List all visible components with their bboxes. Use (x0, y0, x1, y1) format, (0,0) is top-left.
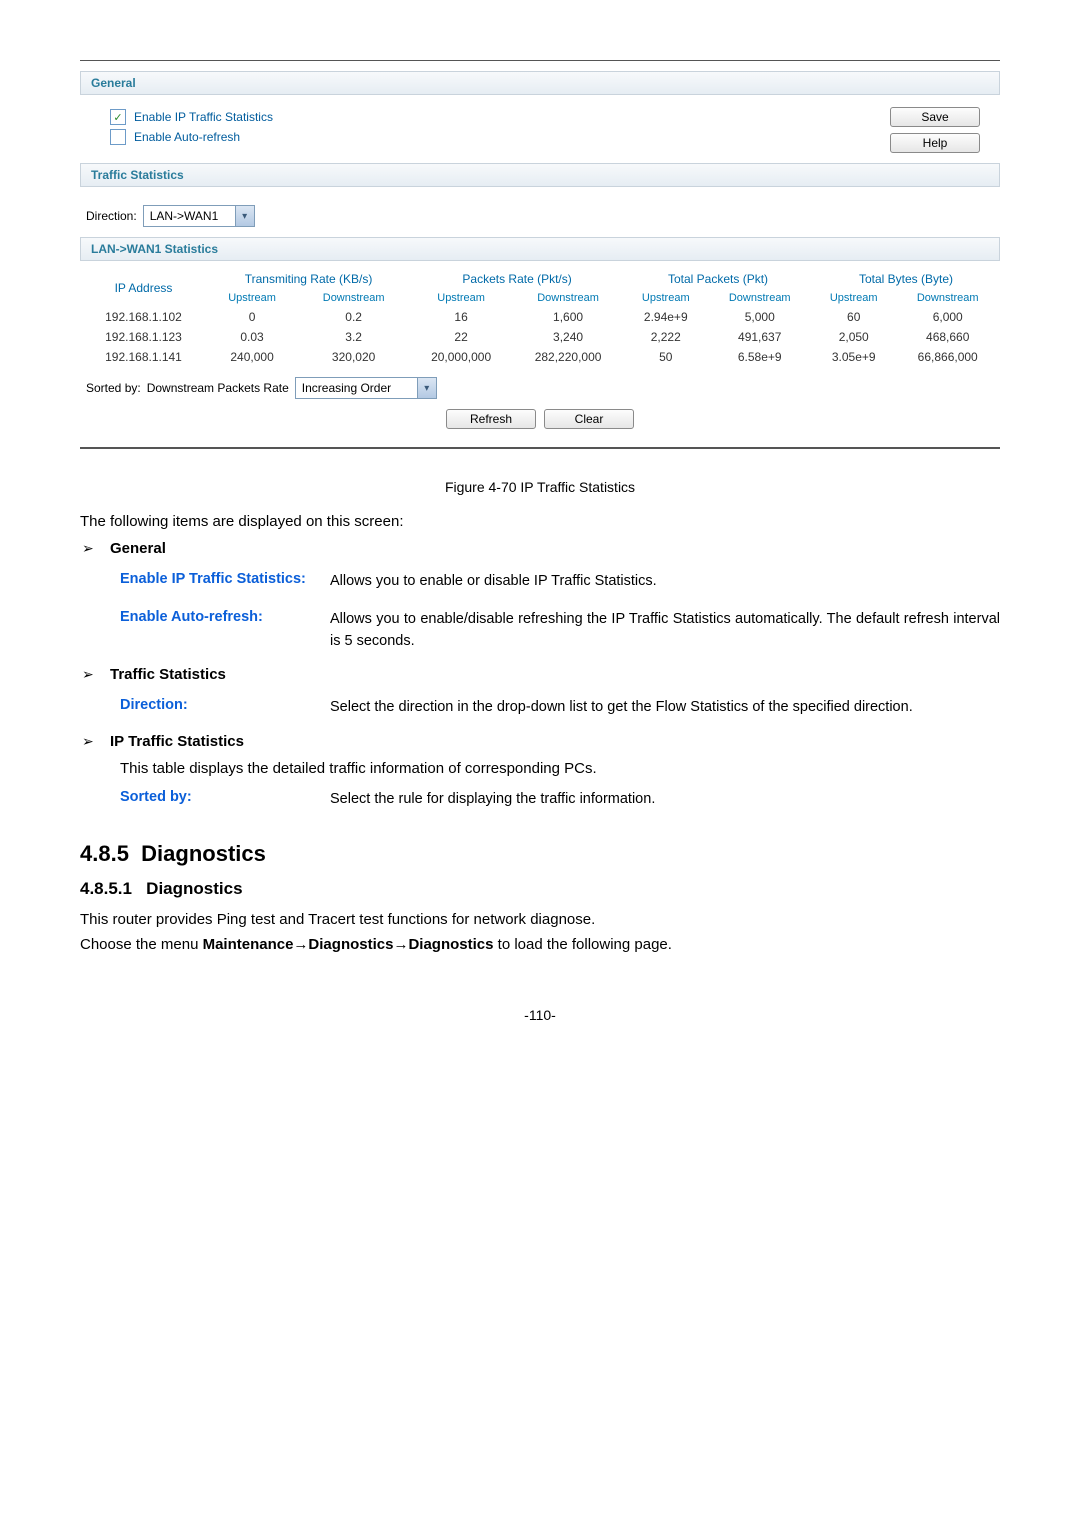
direction-value: LAN->WAN1 (144, 209, 235, 223)
section-label-general: General (110, 540, 166, 557)
table-row: 192.168.1.123 0.03 3.2 22 3,240 2,222 49… (80, 327, 1000, 347)
sorted-by-label: Sorted by: (86, 381, 141, 395)
col-ip-header: IP Address (80, 269, 207, 307)
subhdr: Downstream (707, 289, 812, 307)
subhdr: Upstream (207, 289, 297, 307)
sort-order-value: Increasing Order (296, 381, 417, 395)
heading-4851: 4.8.5.1 Diagnostics (80, 879, 1000, 899)
section-traffic-stats-header: Traffic Statistics (80, 163, 1000, 187)
clear-button[interactable]: Clear (544, 409, 634, 429)
section-general-header: General (80, 71, 1000, 95)
enable-auto-refresh-label: Enable Auto-refresh (134, 130, 240, 144)
col-group-transmit: Transmiting Rate (KB/s) (207, 269, 410, 289)
subhdr: Upstream (812, 289, 895, 307)
def-term: Sorted by: (120, 789, 330, 811)
table-row: 192.168.1.102 0 0.2 16 1,600 2.94e+9 5,0… (80, 307, 1000, 327)
def-term: Enable Auto-refresh: (120, 609, 330, 653)
refresh-button[interactable]: Refresh (446, 409, 536, 429)
diag-p1: This router provides Ping test and Trace… (80, 907, 1000, 932)
def-desc: Select the direction in the drop-down li… (330, 697, 1000, 719)
sort-order-select[interactable]: Increasing Order ▾ (295, 377, 437, 399)
chevron-down-icon: ▾ (235, 206, 254, 226)
section-label-ip: IP Traffic Statistics (110, 733, 244, 750)
def-desc: Allows you to enable or disable IP Traff… (330, 571, 1000, 593)
enable-ip-stats-checkbox[interactable]: ✓ (110, 109, 126, 125)
diag-p2: Choose the menu Maintenance→Diagnostics→… (80, 932, 1000, 957)
col-group-total-bytes: Total Bytes (Byte) (812, 269, 1000, 289)
subhdr: Downstream (297, 289, 410, 307)
def-term: Enable IP Traffic Statistics: (120, 571, 330, 593)
arrow-bullet-icon: ➢ (80, 666, 110, 683)
save-button[interactable]: Save (890, 107, 980, 127)
subhdr: Upstream (410, 289, 512, 307)
intro-text: The following items are displayed on thi… (80, 509, 1000, 534)
table-row: 192.168.1.141 240,000 320,020 20,000,000… (80, 347, 1000, 367)
arrow-bullet-icon: ➢ (80, 540, 110, 557)
def-term: Direction: (120, 697, 330, 719)
ip-note: This table displays the detailed traffic… (80, 756, 1000, 781)
settings-panel: General ✓ Enable IP Traffic Statistics E… (80, 60, 1000, 449)
col-group-total-packets: Total Packets (Pkt) (624, 269, 812, 289)
enable-auto-refresh-checkbox[interactable] (110, 129, 126, 145)
statistics-table: IP Address Transmiting Rate (KB/s) Packe… (80, 269, 1000, 367)
figure-caption: Figure 4-70 IP Traffic Statistics (80, 469, 1000, 509)
enable-ip-stats-label: Enable IP Traffic Statistics (134, 110, 273, 124)
help-button[interactable]: Help (890, 133, 980, 153)
page-number: -110- (80, 957, 1000, 1023)
section-label-traffic: Traffic Statistics (110, 666, 226, 683)
subhdr: Downstream (512, 289, 624, 307)
heading-485: 4.8.5 Diagnostics (80, 841, 1000, 867)
arrow-bullet-icon: ➢ (80, 733, 110, 750)
chevron-down-icon: ▾ (417, 378, 436, 398)
section-lan-wan1-header: LAN->WAN1 Statistics (80, 237, 1000, 261)
def-desc: Allows you to enable/disable refreshing … (330, 609, 1000, 653)
col-group-packets: Packets Rate (Pkt/s) (410, 269, 624, 289)
subhdr: Upstream (624, 289, 707, 307)
subhdr: Downstream (895, 289, 1000, 307)
direction-label: Direction: (86, 209, 137, 223)
direction-select[interactable]: LAN->WAN1 ▾ (143, 205, 255, 227)
sorted-by-value: Downstream Packets Rate (147, 381, 289, 395)
def-desc: Select the rule for displaying the traff… (330, 789, 1000, 811)
